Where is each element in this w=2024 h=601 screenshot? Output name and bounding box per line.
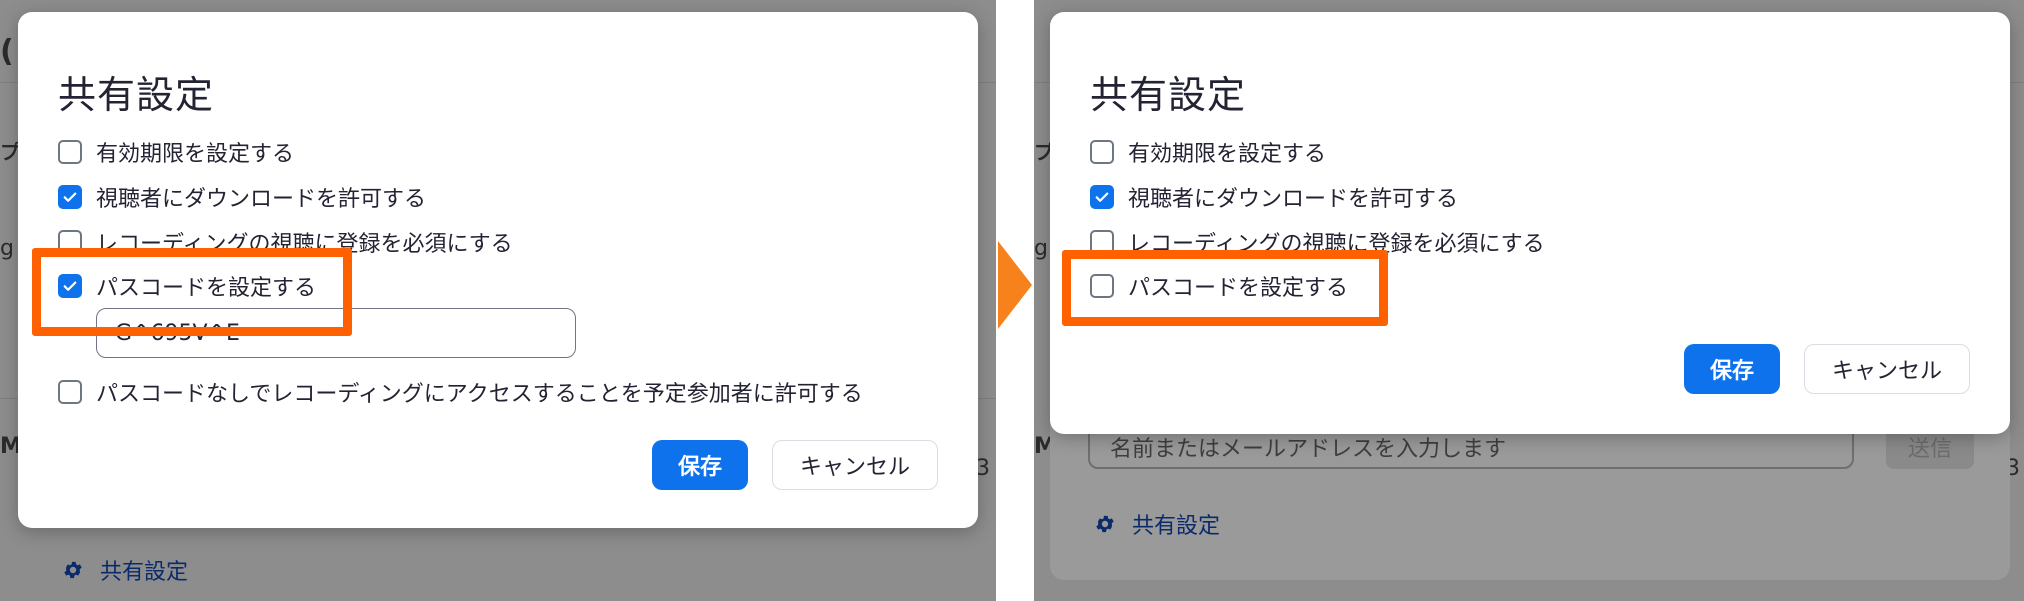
option-allow-without-passcode[interactable]: パスコードなしでレコーディングにアクセスすることを予定参加者に許可する	[58, 376, 863, 408]
option-allow-download[interactable]: 視聴者にダウンロードを許可する	[58, 181, 426, 213]
arrow-right-icon	[998, 241, 1032, 329]
after-panel: プ g M 3 名前またはメールアドレスを入力します 送信 共有設定 共有設定 …	[1034, 0, 2024, 601]
bg-edge-letter: (	[0, 34, 14, 69]
bg-edge-letter: 3	[976, 456, 990, 481]
checkbox[interactable]	[1090, 140, 1114, 164]
option-expiration[interactable]: 有効期限を設定する	[58, 136, 294, 168]
bg-edge-letter: g	[1034, 236, 1048, 261]
cancel-button[interactable]: キャンセル	[772, 440, 938, 490]
share-settings-link[interactable]: 共有設定	[1094, 508, 1220, 540]
checkbox[interactable]	[58, 140, 82, 164]
option-expiration[interactable]: 有効期限を設定する	[1090, 136, 1326, 168]
checkbox[interactable]	[58, 185, 82, 209]
share-settings-link[interactable]: 共有設定	[62, 554, 188, 586]
option-allow-download[interactable]: 視聴者にダウンロードを許可する	[1090, 181, 1458, 213]
gear-icon	[64, 561, 82, 579]
checkmark-icon	[63, 192, 77, 202]
option-label: 視聴者にダウンロードを許可する	[96, 187, 427, 212]
option-label: 有効期限を設定する	[1128, 142, 1327, 167]
bg-edge-letter: g	[0, 236, 14, 261]
dialog-title: 共有設定	[1090, 73, 1247, 117]
before-panel: ( プ g M 3 共有設定 共有設定 有効期限を設定する 視聴者にダウンロード…	[0, 0, 996, 601]
email-placeholder: 名前またはメールアドレスを入力します	[1110, 437, 1507, 462]
save-button[interactable]: 保存	[652, 440, 748, 490]
dialog-title: 共有設定	[58, 73, 215, 117]
checkbox[interactable]	[58, 380, 82, 404]
save-button[interactable]: 保存	[1684, 344, 1780, 394]
option-label: 有効期限を設定する	[96, 142, 295, 167]
share-settings-dialog: 共有設定 有効期限を設定する 視聴者にダウンロードを許可する レコーディングの視…	[1050, 12, 2010, 434]
checkbox[interactable]	[1090, 185, 1114, 209]
share-settings-label: 共有設定	[100, 560, 189, 585]
share-settings-label: 共有設定	[1132, 514, 1221, 539]
option-label: 視聴者にダウンロードを許可する	[1128, 187, 1459, 212]
highlight-box	[1062, 250, 1388, 326]
cancel-button[interactable]: キャンセル	[1804, 344, 1970, 394]
bg-edge-letter: プ	[0, 140, 20, 164]
option-label: パスコードなしでレコーディングにアクセスすることを予定参加者に許可する	[96, 382, 863, 407]
gear-icon	[1096, 515, 1114, 533]
checkmark-icon	[1095, 192, 1109, 202]
highlight-box	[32, 248, 352, 336]
